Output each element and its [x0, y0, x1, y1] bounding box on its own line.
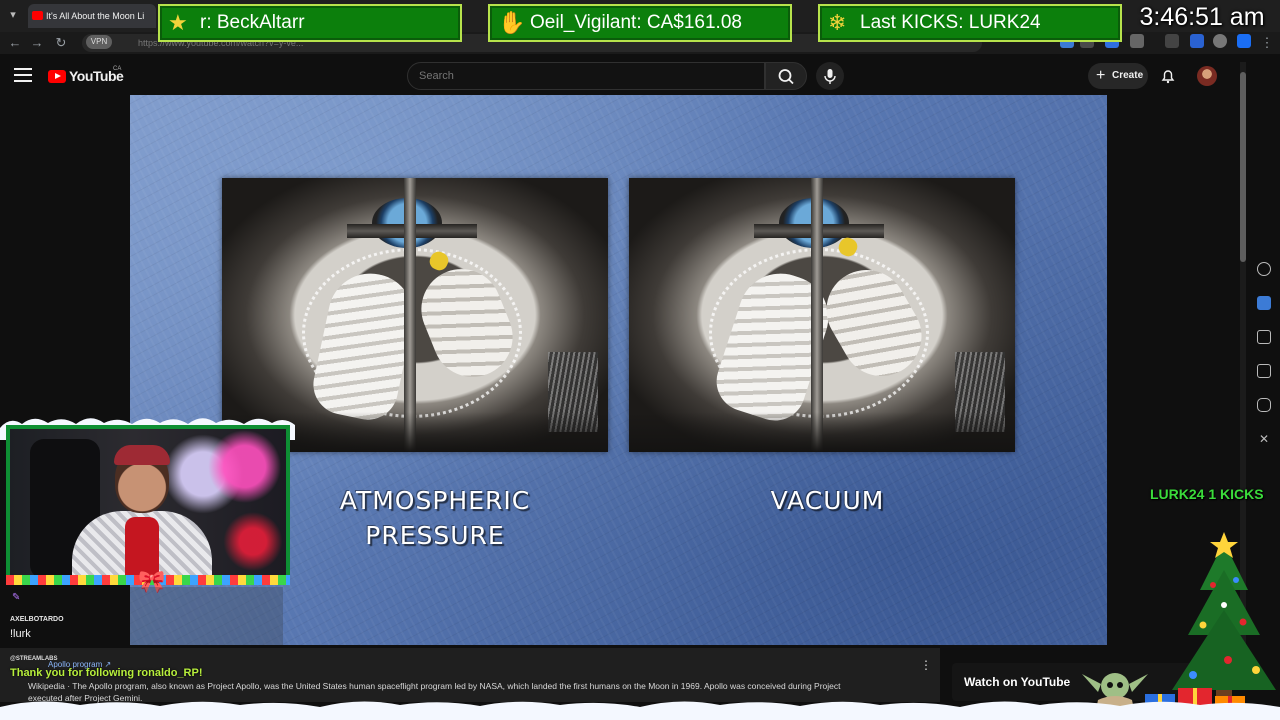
youtube-favicon-icon	[32, 11, 43, 20]
search-button[interactable]	[765, 62, 807, 90]
menu-icon[interactable]	[14, 68, 32, 82]
plus-icon: +	[1096, 67, 1106, 84]
caption-vacuum: VACUUM	[770, 486, 885, 515]
star-icon: ★	[168, 10, 188, 35]
tab-search-icon[interactable]: ▾	[4, 6, 22, 24]
shield-icon[interactable]	[1237, 34, 1251, 48]
search-icon	[778, 69, 794, 85]
snowflake-icon: ❄	[828, 10, 847, 35]
forward-icon[interactable]: →	[28, 34, 46, 52]
notifications-bell-icon[interactable]	[1160, 68, 1176, 84]
edit-icon[interactable]	[1257, 364, 1271, 378]
browser-menu-icon[interactable]: ⋮	[1258, 34, 1276, 52]
browser-side-panel: ✕	[1250, 254, 1280, 454]
kicks-counter: LURK24 1 KICKS	[1150, 486, 1264, 502]
reading-list-icon[interactable]	[1257, 330, 1271, 344]
create-button[interactable]: + Create	[1088, 63, 1148, 89]
chat-message: Thank you for following ronaldo_RP!	[10, 667, 203, 679]
alert-banner-kicks: ❄ Last KICKS: LURK24	[818, 4, 1122, 42]
vpn-badge[interactable]: VPN	[86, 35, 112, 49]
chat-panel-icon[interactable]	[1257, 296, 1271, 310]
browser-tab[interactable]: It's All About the Moon Li	[28, 4, 156, 28]
clock: 3:46:51 am	[1139, 3, 1265, 31]
caption-atmospheric-pressure: ATMOSPHERIC PRESSURE	[310, 483, 560, 553]
sidebar-icon[interactable]	[1190, 34, 1204, 48]
banner-text: r: BeckAltarr	[200, 12, 305, 33]
reload-icon[interactable]: ↻	[52, 34, 70, 52]
tab-title: It's All About the Moon Li	[46, 11, 145, 21]
cast-icon[interactable]	[1165, 34, 1179, 48]
search-input[interactable]	[407, 62, 765, 90]
more-options-icon[interactable]: ⋮	[920, 658, 932, 672]
snow-bottom-decoration	[0, 701, 1280, 720]
caption-line: ATMOSPHERIC	[339, 486, 531, 515]
voice-search-button[interactable]	[816, 62, 844, 90]
profile-icon[interactable]	[1213, 34, 1227, 48]
streamer-webcam	[6, 425, 290, 583]
youtube-header: YouTube CA + Create	[0, 54, 1240, 96]
back-icon[interactable]: ←	[6, 34, 24, 52]
chat-username: @STREAMLABS	[10, 656, 58, 662]
avatar[interactable]	[1197, 66, 1217, 86]
tools-icon[interactable]: ✕	[1257, 432, 1271, 446]
microphone-icon	[824, 69, 836, 84]
puzzle-icon[interactable]	[1130, 34, 1144, 48]
create-label: Create	[1112, 70, 1144, 81]
caption-line: PRESSURE	[365, 521, 505, 550]
banner-text: Oeil_Vigilant: CA$161.08	[530, 12, 742, 33]
info-text: Wikipedia · The Apollo program, also kno…	[28, 681, 841, 691]
glovebox-photo-vacuum	[629, 178, 1015, 452]
gamepad-icon[interactable]	[1257, 398, 1271, 412]
search-panel-icon[interactable]	[1257, 262, 1271, 276]
alert-banner-follower: ★ r: BeckAltarr	[158, 4, 462, 42]
chat-username: AXELBOTARDO	[10, 616, 64, 623]
scroll-thumb[interactable]	[1240, 72, 1246, 262]
sword-icon: ✎	[12, 592, 21, 603]
country-code: CA	[113, 66, 122, 72]
chat-message: !lurk	[10, 628, 31, 640]
youtube-logo-icon[interactable]	[48, 70, 66, 83]
chat-overlay-panel	[130, 587, 283, 645]
alert-banner-donation: ✋ Oeil_Vigilant: CA$161.08	[488, 4, 792, 42]
banner-text: Last KICKS: LURK24	[860, 12, 1041, 33]
hands-icon: ✋	[498, 10, 526, 35]
